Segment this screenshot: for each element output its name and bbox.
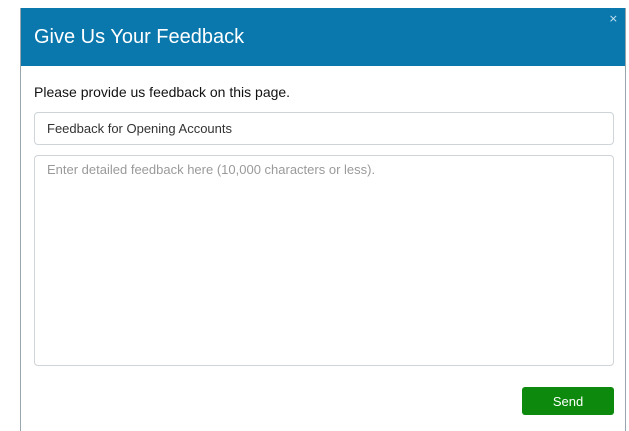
- dialog-title: Give Us Your Feedback: [34, 26, 245, 48]
- feedback-dialog: Give Us Your Feedback × Please provide u…: [20, 8, 626, 431]
- feedback-prompt: Please provide us feedback on this page.: [34, 84, 291, 100]
- close-icon[interactable]: ×: [609, 13, 618, 24]
- feedback-detail-textarea[interactable]: [34, 155, 614, 366]
- dialog-header: Give Us Your Feedback ×: [21, 8, 625, 66]
- send-button[interactable]: Send: [522, 387, 614, 415]
- feedback-subject-input[interactable]: [34, 112, 614, 145]
